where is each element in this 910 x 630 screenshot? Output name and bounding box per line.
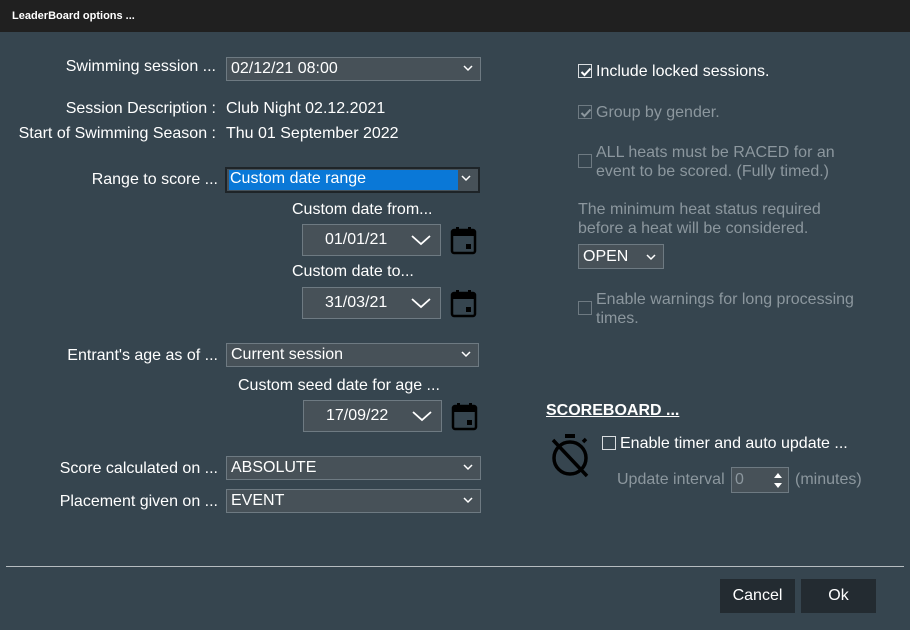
custom-date-from-label: Custom date from... — [292, 201, 433, 218]
custom-date-from-picker[interactable]: 01/01/21 — [302, 224, 441, 256]
all-heats-raced-checkbox[interactable] — [578, 154, 592, 168]
title-bar: LeaderBoard options ... — [0, 0, 910, 32]
scoreboard-heading: SCOREBOARD ... — [546, 402, 680, 419]
custom-seed-date-label: Custom seed date for age ... — [238, 377, 440, 394]
chevron-down-icon — [463, 464, 473, 471]
min-heat-status-label-line1: The minimum heat status required — [578, 201, 821, 218]
checkmark-icon — [580, 67, 592, 77]
range-to-score-value: Custom date range — [230, 170, 367, 187]
custom-date-to-picker[interactable]: 31/03/21 — [302, 287, 441, 319]
enable-warnings-checkbox[interactable] — [578, 301, 592, 315]
calendar-icon[interactable] — [450, 226, 477, 255]
include-locked-checkbox[interactable] — [578, 64, 592, 78]
enable-warnings-label-line1: Enable warnings for long processing — [596, 291, 854, 308]
season-start-value: Thu 01 September 2022 — [226, 125, 399, 142]
custom-date-to-label: Custom date to... — [292, 263, 414, 280]
chevron-down-icon — [412, 411, 432, 422]
range-to-score-select[interactable]: Custom date range — [225, 167, 480, 193]
timer-off-icon — [551, 434, 589, 478]
entrant-age-select[interactable]: Current session — [226, 343, 479, 367]
min-heat-status-value: OPEN — [583, 248, 629, 265]
season-start-label: Start of Swimming Season : — [18, 125, 216, 142]
custom-seed-date-value: 17/09/22 — [326, 407, 389, 424]
entrant-age-label: Entrant's age as of ... — [67, 347, 218, 364]
custom-date-from-value: 01/01/21 — [325, 231, 388, 248]
group-by-gender-checkbox[interactable] — [578, 105, 592, 119]
custom-date-to-value: 31/03/21 — [325, 294, 388, 311]
window-title: LeaderBoard options ... — [12, 10, 135, 22]
min-heat-status-select[interactable]: OPEN — [578, 244, 664, 269]
score-calculated-select[interactable]: ABSOLUTE — [226, 456, 481, 480]
all-heats-raced-label-line1: ALL heats must be RACED for an — [596, 144, 835, 161]
swimming-session-select[interactable]: 02/12/21 08:00 — [226, 57, 481, 81]
ok-button[interactable]: Ok — [801, 579, 876, 613]
session-description-label: Session Description : — [65, 100, 216, 117]
chevron-down-icon — [461, 175, 471, 182]
enable-timer-checkbox[interactable] — [602, 436, 616, 450]
group-by-gender-label: Group by gender. — [596, 104, 720, 121]
swimming-session-value: 02/12/21 08:00 — [231, 60, 338, 77]
chevron-down-icon — [463, 65, 473, 72]
entrant-age-value: Current session — [231, 346, 344, 363]
placement-given-value: EVENT — [231, 492, 285, 509]
enable-warnings-label-line2: times. — [596, 310, 639, 327]
include-locked-label: Include locked sessions. — [596, 63, 770, 80]
checkmark-icon — [580, 108, 592, 118]
footer-separator — [6, 566, 904, 567]
score-calculated-label: Score calculated on ... — [59, 460, 218, 477]
placement-given-select[interactable]: EVENT — [226, 489, 481, 513]
chevron-down-icon — [463, 497, 473, 504]
chevron-down-icon — [411, 235, 431, 246]
update-interval-label: Update interval — [617, 471, 725, 488]
session-description-value: Club Night 02.12.2021 — [226, 100, 386, 117]
range-to-score-label: Range to score ... — [91, 171, 218, 188]
min-heat-status-label-line2: before a heat will be considered. — [578, 220, 809, 237]
score-calculated-value: ABSOLUTE — [231, 459, 317, 476]
update-interval-unit: (minutes) — [795, 471, 862, 488]
all-heats-raced-label-line2: event to be scored. (Fully timed.) — [596, 163, 829, 180]
placement-given-label: Placement given on ... — [59, 493, 218, 510]
spin-up-icon[interactable] — [772, 471, 784, 479]
calendar-icon[interactable] — [450, 289, 477, 318]
update-interval-spinbox[interactable]: 0 — [731, 467, 789, 493]
chevron-down-icon — [646, 254, 656, 261]
spin-down-icon[interactable] — [772, 482, 784, 490]
calendar-icon[interactable] — [451, 402, 478, 431]
update-interval-value: 0 — [735, 471, 744, 488]
chevron-down-icon — [411, 298, 431, 309]
enable-timer-label: Enable timer and auto update ... — [620, 435, 848, 452]
cancel-button[interactable]: Cancel — [720, 579, 795, 613]
chevron-down-icon — [461, 351, 471, 358]
custom-seed-date-picker[interactable]: 17/09/22 — [303, 400, 442, 432]
swimming-session-label: Swimming session ... — [65, 58, 216, 75]
